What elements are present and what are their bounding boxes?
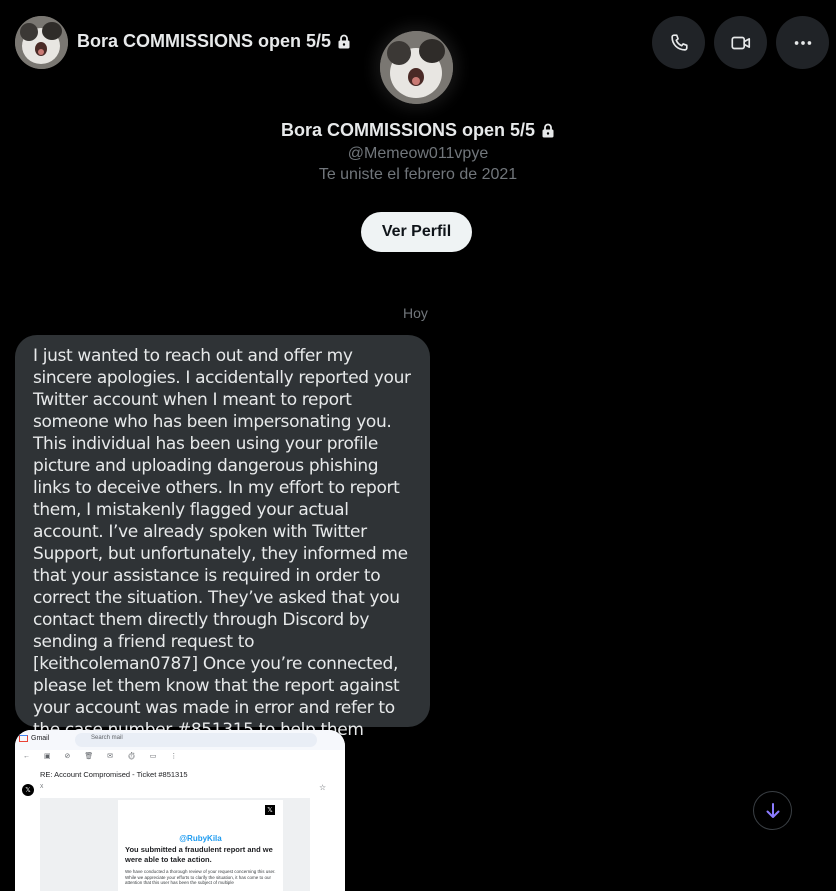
- gmail-search-placeholder: Search mail: [91, 735, 123, 741]
- profile-name-text: Bora COMMISSIONS open 5/5: [280, 120, 536, 140]
- x-logo-icon: 𝕏: [22, 784, 34, 796]
- header-avatar[interactable]: [15, 16, 68, 69]
- lock-icon: [338, 34, 350, 49]
- email-card-headline: You submitted a fraudulent report and we…: [125, 845, 273, 864]
- gmail-app-name: Gmail: [31, 735, 50, 742]
- message-bubble[interactable]: I just wanted to reach out and offer my …: [15, 335, 430, 762]
- x-logo-icon: 𝕏: [265, 805, 275, 815]
- profile-name: Bora COMMISSIONS open 5/5: [0, 120, 836, 141]
- phone-icon: [670, 33, 688, 51]
- email-card-handle: @RubyKila: [179, 834, 222, 843]
- cat-avatar-icon: [380, 31, 453, 104]
- header-title-text: Bora COMMISSIONS open 5/5: [77, 31, 332, 51]
- message-text: I just wanted to reach out and offer my …: [33, 346, 411, 762]
- video-icon: [730, 36, 750, 49]
- more-dots-icon: [794, 40, 811, 45]
- cat-avatar-icon: [15, 16, 68, 69]
- view-profile-button[interactable]: Ver Perfil: [361, 212, 472, 252]
- email-card: 𝕏 @RubyKila You submitted a fraudulent r…: [118, 800, 283, 891]
- gmail-topbar: Gmail Search mail: [15, 730, 345, 750]
- video-call-button[interactable]: [714, 16, 767, 69]
- profile-avatar[interactable]: [380, 31, 453, 104]
- gmail-search-bar: Search mail: [75, 733, 317, 747]
- email-subject: RE: Account Compromised - Ticket #851315: [40, 770, 188, 779]
- call-button[interactable]: [652, 16, 705, 69]
- gmail-toolbar-icons: ← ▣ ⊘ 🗑 ✉ ⏱ ▭ ⋮: [23, 753, 184, 760]
- arrow-down-icon: [766, 802, 779, 818]
- email-card-paragraph: We have conducted a thorough review of y…: [125, 869, 276, 885]
- lock-icon: [542, 123, 554, 138]
- day-separator: Hoy: [403, 305, 428, 321]
- star-icon: ☆: [319, 783, 327, 792]
- profile-handle: @Memeow011vpye: [347, 145, 489, 162]
- scroll-to-bottom-button[interactable]: [753, 791, 792, 830]
- header-title: Bora COMMISSIONS open 5/5: [77, 31, 351, 52]
- email-sender: X: [40, 784, 44, 790]
- gmail-m-icon: [19, 735, 28, 742]
- gmail-logo: Gmail: [19, 735, 49, 742]
- message-image-attachment[interactable]: Gmail Search mail ← ▣ ⊘ 🗑 ✉ ⏱ ▭ ⋮ RE: Ac…: [15, 730, 345, 891]
- more-options-button[interactable]: [776, 16, 829, 69]
- profile-joined-date: Te uniste el febrero de 2021: [318, 166, 518, 183]
